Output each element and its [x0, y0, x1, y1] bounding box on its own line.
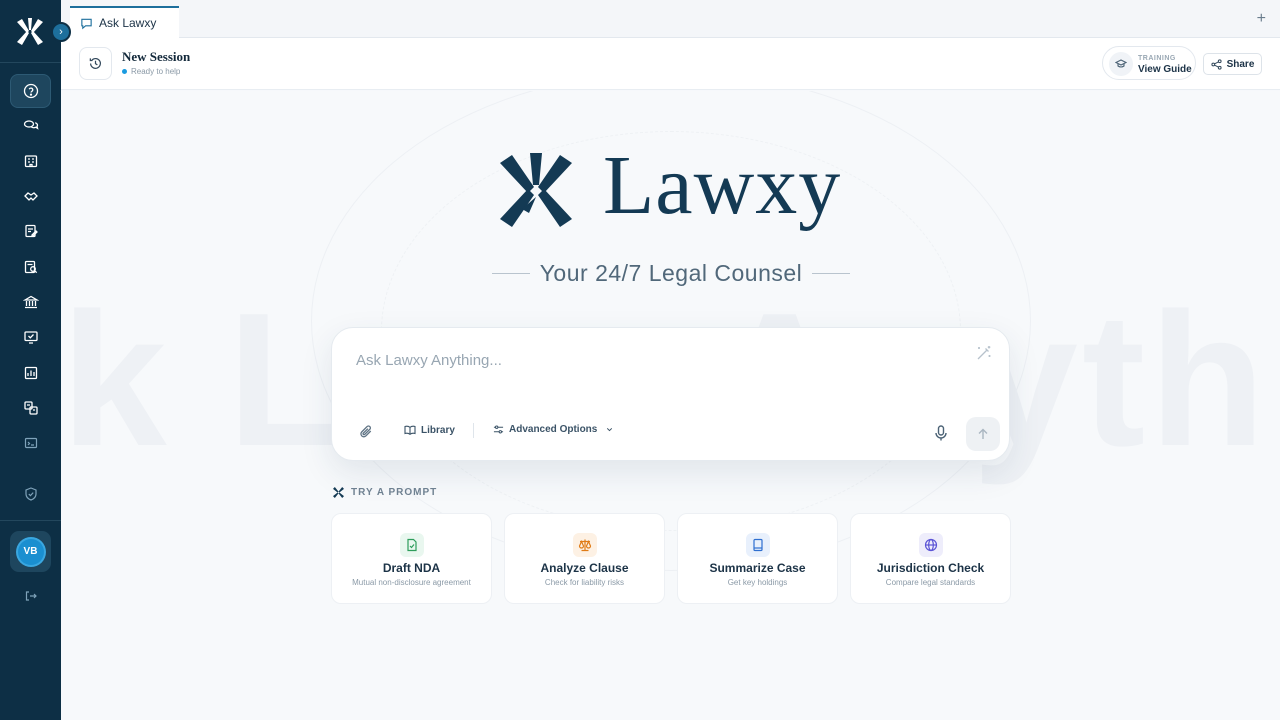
try-prompt-heading: TRY A PROMPT [333, 487, 437, 498]
help-circle-icon [23, 83, 38, 99]
sidebar-divider [0, 520, 61, 521]
document-search-icon [24, 260, 37, 274]
tab-bar: Ask Lawxy + [61, 0, 1280, 38]
microphone-icon[interactable] [932, 424, 950, 442]
building-icon [24, 155, 37, 168]
guide-overline: TRAINING [1138, 55, 1176, 62]
sliders-icon [493, 425, 504, 434]
prompt-card-title: Jurisdiction Check [876, 561, 985, 575]
sidebar-divider [0, 62, 61, 63]
monitor-check-icon [23, 331, 38, 344]
chat-bubble-icon [81, 18, 92, 29]
file-check-icon [400, 533, 424, 557]
prompt-card-title: Summarize Case [709, 561, 806, 575]
status-text: Ready to help [131, 67, 181, 76]
terminal-icon [24, 437, 37, 449]
scales-icon [573, 533, 597, 557]
try-prompt-label: TRY A PROMPT [351, 487, 438, 498]
prompt-card-subtitle: Get key holdings [727, 578, 788, 587]
library-button[interactable]: Library [404, 424, 455, 436]
share-label: Share [1226, 58, 1255, 70]
status-dot [122, 69, 127, 74]
history-button[interactable] [79, 47, 112, 80]
shield-check-icon [24, 487, 37, 501]
sidebar-item-deals[interactable] [10, 180, 51, 212]
globe-icon [919, 533, 943, 557]
avatar[interactable]: VB [17, 538, 44, 565]
graduation-cap-icon [1109, 52, 1133, 76]
lawxy-mark-icon [500, 153, 572, 227]
arrow-up-icon [978, 428, 988, 439]
sidebar-item-courts[interactable] [10, 286, 51, 318]
translate-icon [23, 401, 38, 415]
prompt-card-analyze-clause[interactable]: Analyze Clause Check for liability risks [504, 513, 665, 604]
sidebar-item-reports[interactable] [10, 357, 51, 389]
chevron-down-icon [607, 428, 613, 432]
sidebar-item-console[interactable] [10, 427, 51, 459]
magic-wand-icon[interactable] [975, 344, 993, 362]
guide-label: View Guide [1138, 64, 1192, 75]
share-icon [1211, 58, 1222, 70]
send-button[interactable] [966, 417, 1000, 451]
advanced-options-label: Advanced Options [509, 424, 598, 435]
advanced-options-button[interactable]: Advanced Options [493, 424, 614, 435]
sidebar: › VB [0, 0, 71, 720]
sidebar-item-ask[interactable] [10, 74, 51, 108]
history-icon [89, 57, 101, 69]
sidebar-item-entities[interactable] [10, 145, 51, 177]
sidebar-item-compliance[interactable] [10, 321, 51, 353]
prompt-card-title: Analyze Clause [540, 561, 629, 575]
prompt-card-summarize-case[interactable]: Summarize Case Get key holdings [677, 513, 838, 604]
handshake-icon [23, 192, 38, 201]
view-guide-button[interactable]: TRAINING View Guide [1102, 46, 1196, 80]
plus-icon: + [1256, 10, 1266, 27]
new-tab-button[interactable]: + [1257, 11, 1266, 27]
sidebar-toggle-button[interactable]: › [51, 22, 71, 42]
ask-box: Library Advanced Options [331, 327, 1010, 461]
report-icon [24, 366, 37, 380]
brand-name: Lawxy [603, 139, 842, 232]
prompt-card-subtitle: Check for liability risks [544, 578, 625, 587]
sidebar-item-review[interactable] [10, 251, 51, 283]
tagline-text: Your 24/7 Legal Counsel [539, 259, 803, 286]
session-header: New Session Ready to help TRAINING View … [61, 38, 1280, 90]
logout-icon [25, 591, 37, 601]
sidebar-item-security[interactable] [10, 478, 51, 510]
tagline-rule-right [812, 272, 851, 274]
paperclip-icon[interactable] [358, 423, 375, 440]
prompt-card-title: Draft NDA [382, 561, 441, 575]
share-button[interactable]: Share [1203, 53, 1262, 75]
book-open-icon [404, 425, 416, 435]
book-icon [746, 533, 770, 557]
lawxy-logo-icon[interactable] [14, 16, 46, 48]
prompt-card-draft-nda[interactable]: Draft NDA Mutual non-disclosure agreemen… [331, 513, 492, 604]
prompt-card-subtitle: Compare legal standards [885, 578, 976, 587]
logout-button[interactable] [10, 580, 51, 612]
prompt-card-subtitle: Mutual non-disclosure agreement [352, 578, 471, 587]
tagline: Your 24/7 Legal Counsel [491, 259, 851, 287]
ask-input[interactable] [356, 352, 916, 369]
session-status: Ready to help [122, 67, 180, 76]
session-title: New Session [122, 49, 191, 64]
library-label: Library [421, 424, 455, 436]
brand-logo: Lawxy [498, 139, 863, 232]
lawxy-small-icon [333, 487, 344, 498]
main-content: k Lav Anyth Lawxy Your 24/7 Legal Counse… [61, 91, 1280, 720]
chevron-right-icon: › [59, 26, 63, 38]
sidebar-item-chat[interactable] [10, 109, 51, 141]
tagline-rule-left [491, 272, 530, 274]
sidebar-item-translate[interactable] [10, 392, 51, 424]
bank-icon [22, 295, 39, 309]
tab-label: Ask Lawxy [99, 16, 157, 30]
document-edit-icon [24, 224, 38, 238]
chat-bubbles-icon [23, 120, 39, 130]
sidebar-item-drafting[interactable] [10, 215, 51, 247]
toolbar-divider [473, 423, 474, 438]
prompt-card-jurisdiction-check[interactable]: Jurisdiction Check Compare legal standar… [850, 513, 1011, 604]
tab-ask-lawxy[interactable]: Ask Lawxy [70, 6, 179, 38]
user-menu[interactable]: VB [10, 531, 51, 572]
prompt-cards: Draft NDA Mutual non-disclosure agreemen… [331, 513, 1011, 604]
